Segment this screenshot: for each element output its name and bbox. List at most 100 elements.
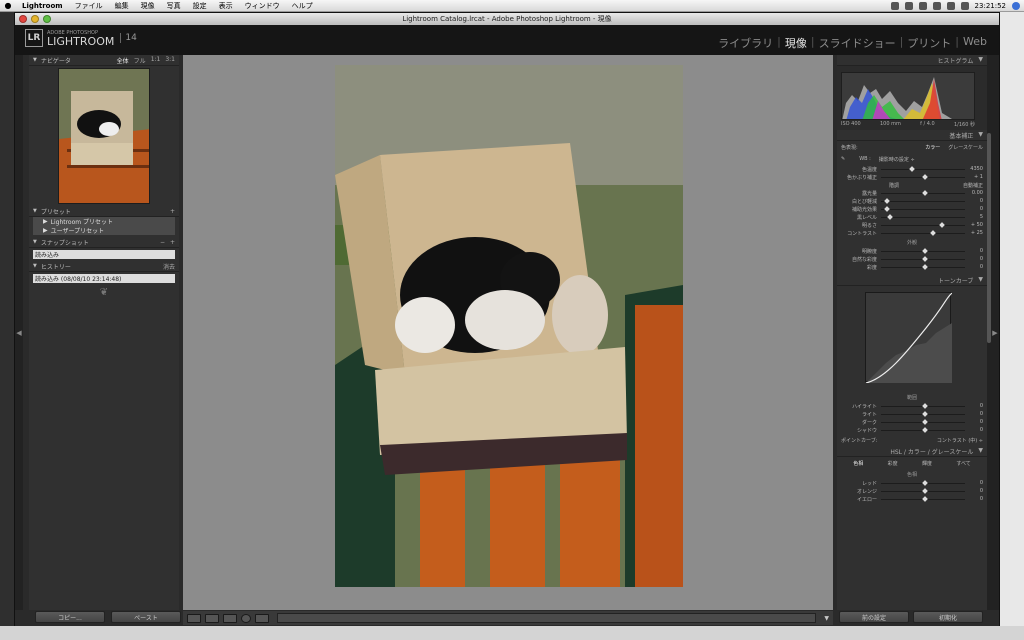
- slider-knob[interactable]: [922, 487, 928, 494]
- module-web[interactable]: Web: [959, 35, 991, 51]
- status-icon[interactable]: [918, 1, 927, 10]
- slider-value[interactable]: 0: [965, 206, 983, 212]
- slider-knob[interactable]: [922, 173, 928, 180]
- slider-track[interactable]: [881, 495, 965, 502]
- add-snapshot-icon[interactable]: +: [170, 239, 175, 246]
- slider-track[interactable]: [881, 263, 965, 270]
- auto-tone-button[interactable]: 自動補正: [963, 182, 983, 189]
- copy-button[interactable]: コピー...: [35, 611, 105, 623]
- spot-removal-icon[interactable]: [255, 613, 269, 623]
- slider-knob[interactable]: [884, 197, 891, 204]
- slider-row[interactable]: 明るさ + 50: [837, 221, 987, 229]
- hsl-header[interactable]: HSL / カラー / グレースケール ▼: [837, 446, 987, 457]
- reset-button[interactable]: 初期化: [913, 611, 983, 623]
- slider-track[interactable]: [881, 487, 965, 494]
- loupe-view-icon[interactable]: [187, 613, 201, 623]
- module-slideshow[interactable]: スライドショー: [815, 35, 900, 51]
- collapse-icon[interactable]: ▼: [978, 56, 983, 65]
- temp-slider[interactable]: 色温度 4350: [837, 165, 987, 173]
- slider-row[interactable]: レッド 0: [837, 479, 987, 487]
- slider-knob[interactable]: [884, 205, 891, 212]
- eyedropper-icon[interactable]: ✎: [841, 156, 845, 162]
- slider-value[interactable]: + 50: [965, 222, 983, 228]
- slider-value[interactable]: 0: [965, 419, 983, 425]
- histogram[interactable]: ISO 400 100 mm f / 4.0 1/160 秒: [837, 66, 987, 130]
- module-library[interactable]: ライブラリ: [714, 35, 777, 51]
- slider-track[interactable]: [881, 418, 965, 425]
- menu-file[interactable]: ファイル: [69, 1, 109, 11]
- presets-header[interactable]: ▼ プリセット +: [29, 206, 179, 217]
- slider-track[interactable]: [881, 197, 965, 204]
- slider-row[interactable]: 彩度 0: [837, 263, 987, 271]
- slider-row[interactable]: ダーク 0: [837, 418, 987, 426]
- slider-value[interactable]: 0: [965, 248, 983, 254]
- point-curve-select[interactable]: コントラスト (中) ÷: [937, 437, 983, 444]
- volume-icon[interactable]: [946, 1, 955, 10]
- slider-track[interactable]: [881, 255, 965, 262]
- preset-folder-user[interactable]: ▶ ユーザープリセット: [33, 226, 175, 235]
- preset-folder-lightroom[interactable]: ▶ Lightroom プリセット: [33, 217, 175, 226]
- add-preset-icon[interactable]: +: [170, 208, 175, 215]
- slider-value[interactable]: 0.00: [965, 190, 983, 196]
- slider-row[interactable]: イエロー 0: [837, 495, 987, 503]
- slider-track[interactable]: [881, 221, 965, 228]
- slider-knob[interactable]: [922, 402, 928, 409]
- slider-value[interactable]: 0: [965, 480, 983, 486]
- paste-button[interactable]: ペースト: [111, 611, 181, 623]
- collapse-icon[interactable]: ▼: [33, 263, 37, 269]
- menu-window[interactable]: ウィンドウ: [239, 1, 286, 11]
- menu-view[interactable]: 表示: [213, 1, 239, 11]
- slider-row[interactable]: 明瞭度 0: [837, 247, 987, 255]
- slider-row[interactable]: ハイライト 0: [837, 402, 987, 410]
- slider-track[interactable]: [881, 173, 965, 180]
- apple-icon[interactable]: ●: [0, 1, 16, 10]
- slider-value[interactable]: 0: [965, 427, 983, 433]
- module-develop[interactable]: 現像: [781, 35, 811, 51]
- slider-track[interactable]: [881, 426, 965, 433]
- basic-header[interactable]: 基本補正 ▼: [837, 130, 987, 141]
- collapse-icon[interactable]: ▼: [978, 276, 983, 285]
- battery-icon[interactable]: [960, 1, 969, 10]
- slider-value[interactable]: + 25: [965, 230, 983, 236]
- history-item[interactable]: 読み込み (08/08/10 23:14:48): [33, 274, 175, 283]
- slider-row[interactable]: 補助光効果 0: [837, 205, 987, 213]
- menu-settings[interactable]: 設定: [187, 1, 213, 11]
- slider-value[interactable]: 0: [965, 198, 983, 204]
- slider-knob[interactable]: [909, 165, 916, 172]
- slider-row[interactable]: 黒レベル 5: [837, 213, 987, 221]
- slider-row[interactable]: シャドウ 0: [837, 426, 987, 434]
- status-icon[interactable]: [904, 1, 913, 10]
- zoom-3-1[interactable]: 3:1: [165, 56, 175, 65]
- spotlight-icon[interactable]: [1012, 1, 1020, 10]
- slider-value[interactable]: 0: [965, 496, 983, 502]
- tone-curve-graph[interactable]: [865, 292, 953, 384]
- slider-track[interactable]: [881, 213, 965, 220]
- tone-curve-header[interactable]: トーンカーブ ▼: [837, 275, 987, 286]
- before-after-icon[interactable]: [205, 613, 219, 623]
- slider-knob[interactable]: [886, 213, 893, 220]
- slider-knob[interactable]: [922, 495, 928, 502]
- histogram-header[interactable]: ヒストグラム ▼: [837, 55, 987, 66]
- toolbar-content-field[interactable]: [277, 613, 817, 623]
- treatment-color-button[interactable]: カラー: [925, 144, 940, 151]
- slider-track[interactable]: [881, 410, 965, 417]
- slider-value[interactable]: + 1: [965, 174, 983, 180]
- status-icon[interactable]: [890, 1, 899, 10]
- tab-saturation[interactable]: 彩度: [888, 460, 898, 467]
- collapse-icon[interactable]: ▼: [33, 239, 37, 245]
- slider-track[interactable]: [881, 229, 965, 236]
- slider-value[interactable]: 0: [965, 403, 983, 409]
- navigator-thumbnail[interactable]: [58, 68, 150, 204]
- tint-slider[interactable]: 色かぶり補正 + 1: [837, 173, 987, 181]
- slider-track[interactable]: [881, 247, 965, 254]
- slider-knob[interactable]: [938, 221, 945, 228]
- slider-knob[interactable]: [930, 229, 937, 236]
- slider-row[interactable]: 白とび軽減 0: [837, 197, 987, 205]
- previous-settings-button[interactable]: 前の設定: [839, 611, 909, 623]
- slider-value[interactable]: 0: [965, 411, 983, 417]
- slider-knob[interactable]: [922, 189, 928, 196]
- tab-hue[interactable]: 色相: [853, 460, 863, 467]
- slider-knob[interactable]: [922, 418, 928, 425]
- slider-value[interactable]: 0: [965, 256, 983, 262]
- slider-knob[interactable]: [922, 255, 928, 262]
